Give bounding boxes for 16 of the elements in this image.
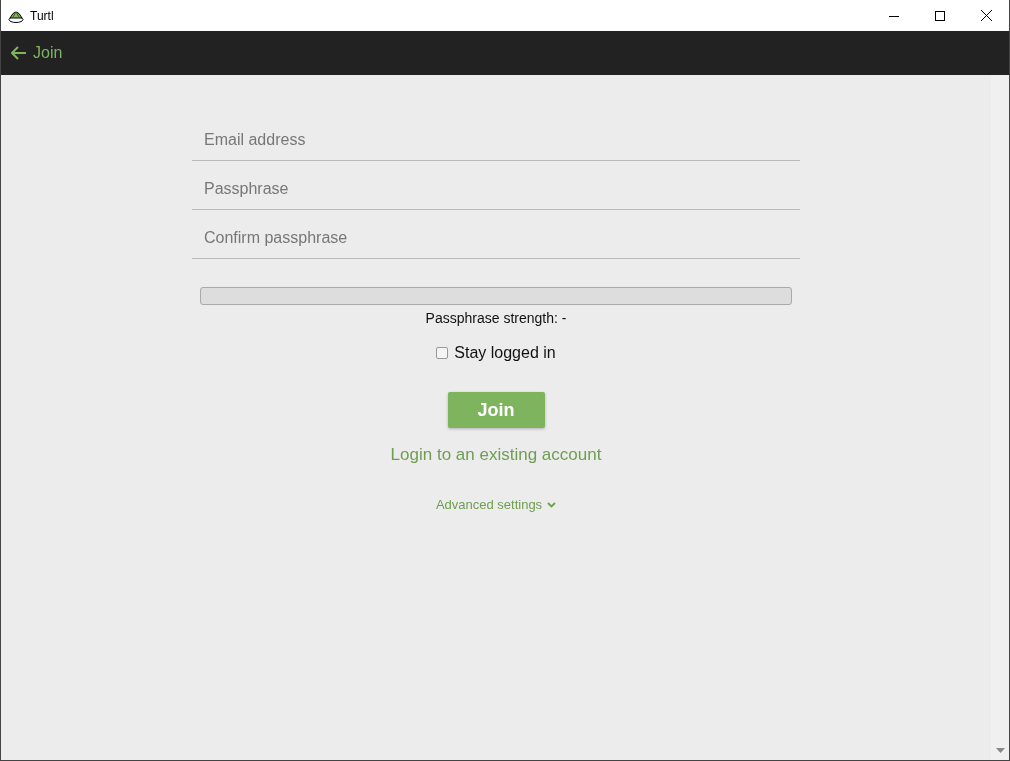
maximize-icon bbox=[935, 10, 945, 21]
checkbox[interactable] bbox=[436, 347, 449, 359]
input-field[interactable]: Passphrase bbox=[192, 161, 800, 210]
window-title: Turtl bbox=[30, 8, 55, 23]
strength-label: Passphrase strength: - bbox=[425, 310, 567, 326]
login-link[interactable]: Login to an existing account bbox=[390, 445, 602, 465]
back-button[interactable]: Join bbox=[11, 44, 63, 62]
input-field[interactable]: Confirm passphrase bbox=[192, 210, 800, 259]
close-icon bbox=[980, 10, 992, 21]
advanced-settings-toggle[interactable]: Advanced settings bbox=[435, 497, 557, 512]
join-button[interactable]: Join bbox=[447, 392, 545, 428]
back-arrow-icon bbox=[11, 46, 27, 60]
scrollbar[interactable] bbox=[991, 75, 1009, 760]
input-field[interactable]: Email address bbox=[192, 112, 800, 161]
checkbox-label[interactable]: Stay logged in bbox=[454, 344, 556, 362]
scroll-down-icon[interactable] bbox=[995, 748, 1005, 754]
